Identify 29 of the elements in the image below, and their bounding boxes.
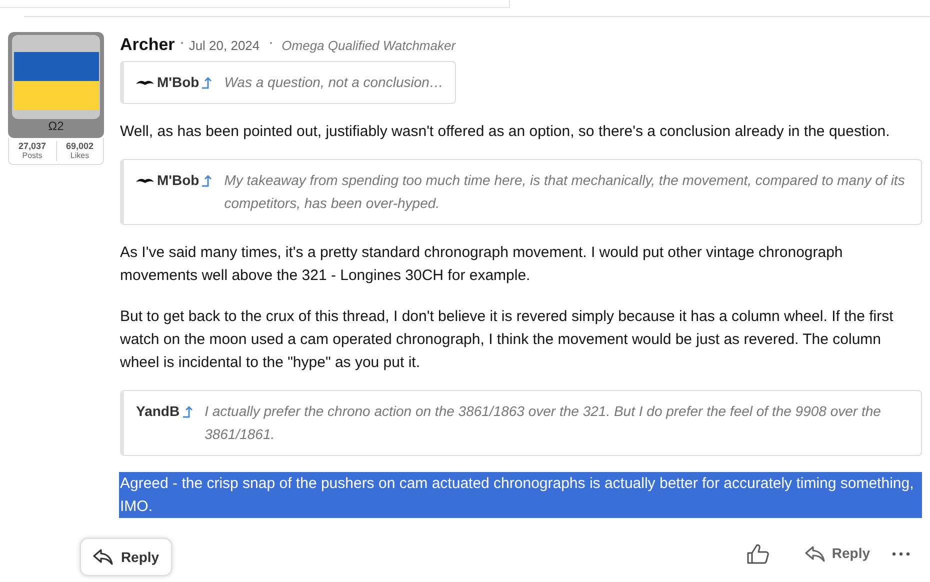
quote-author[interactable]: M'Bob [157,71,200,94]
post-paragraph: Agreed - the crisp snap of the pushers on cam actuated chronographs is actually better for accurately timing something, IMO. [119,472,922,518]
user-title: Omega Qualified Watchmaker [282,37,456,55]
arrow-up-icon[interactable] [202,76,214,89]
quote-author[interactable]: M'Bob [157,169,200,192]
stat-value: 27,037 [18,141,46,151]
quote-text: I actually prefer the chrono action on the 3861/1863 over the 321. But I do prefer the feel of the 9908 over the 3861/1861. [204,402,882,444]
post-paragraph: But to get back to the crux of this thread, I don't believe it is revered simply because it has a column wheel. If the first watch on the moon used a cam operated chronograph, I think the movement would be just as revered. The column wheel is incidental to the "hype" as you put it. [120,307,894,373]
stat-label: Likes [70,151,90,161]
arrow-up-icon[interactable] [182,405,195,418]
quote-text: Was a question, not a conclusion… [224,73,444,92]
author-name[interactable]: Archer [120,32,175,58]
arrow-up-icon[interactable] [202,174,214,187]
post-date[interactable]: Jul 20, 2024 [188,36,260,56]
reply-icon [804,546,825,562]
floating-reply-button[interactable]: Reply [80,538,172,576]
mustache-icon [136,176,154,184]
reply-button[interactable]: Reply [796,541,878,566]
stat-label: Posts [22,151,42,161]
thumbs-up-icon[interactable] [746,544,769,564]
mustache-icon [136,78,154,86]
quote-text: My takeaway from spending too much time here, is that mechanically, the movement, compared to many of its competitors, has been over-hyped. [224,171,906,213]
quote-author[interactable]: YandB [136,400,180,423]
stat-value: 69,002 [66,141,94,151]
post-paragraph: As I've said many times, it's a pretty standard chronograph movement. I would put other vintage chronograph movements well above the 321 - Longines 30CH for example. [120,243,844,286]
badge-label: Ω2 [48,119,64,133]
reply-icon [92,549,113,565]
post-paragraph: Well, as has been pointed out, justifiably wasn't offered as an option, so there's a conclusion already in the question. [120,122,891,142]
more-icon[interactable] [892,552,910,556]
